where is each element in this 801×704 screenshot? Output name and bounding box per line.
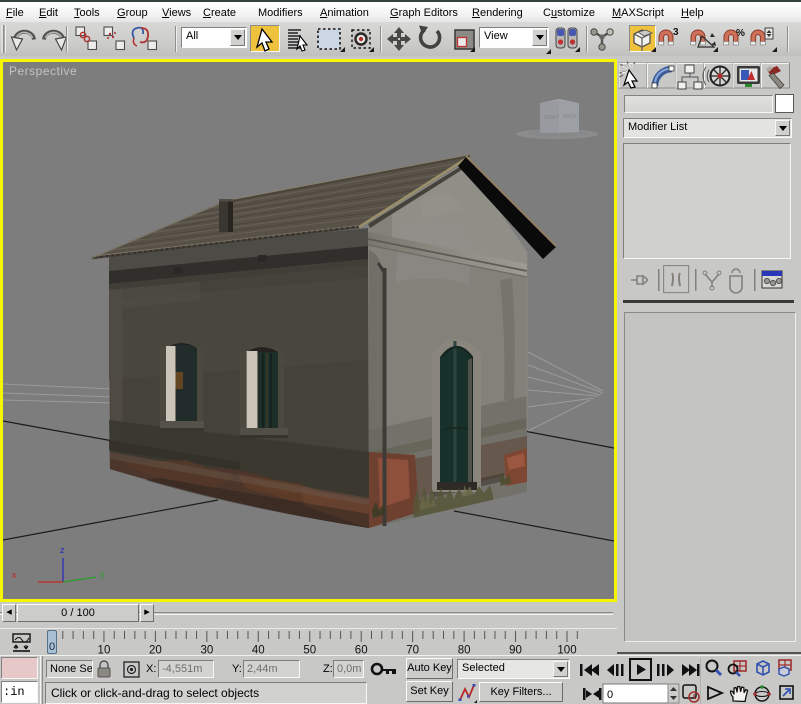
svg-text:z: z [60,545,65,555]
svg-text:RIGHT: RIGHT [544,115,560,121]
svg-text:0: 0 [607,689,613,701]
svg-text:%: % [736,28,745,39]
svg-text:x: x [12,570,17,580]
svg-text:BACK: BACK [563,114,577,120]
svg-text:3: 3 [673,27,679,38]
svg-text:y: y [100,569,105,579]
